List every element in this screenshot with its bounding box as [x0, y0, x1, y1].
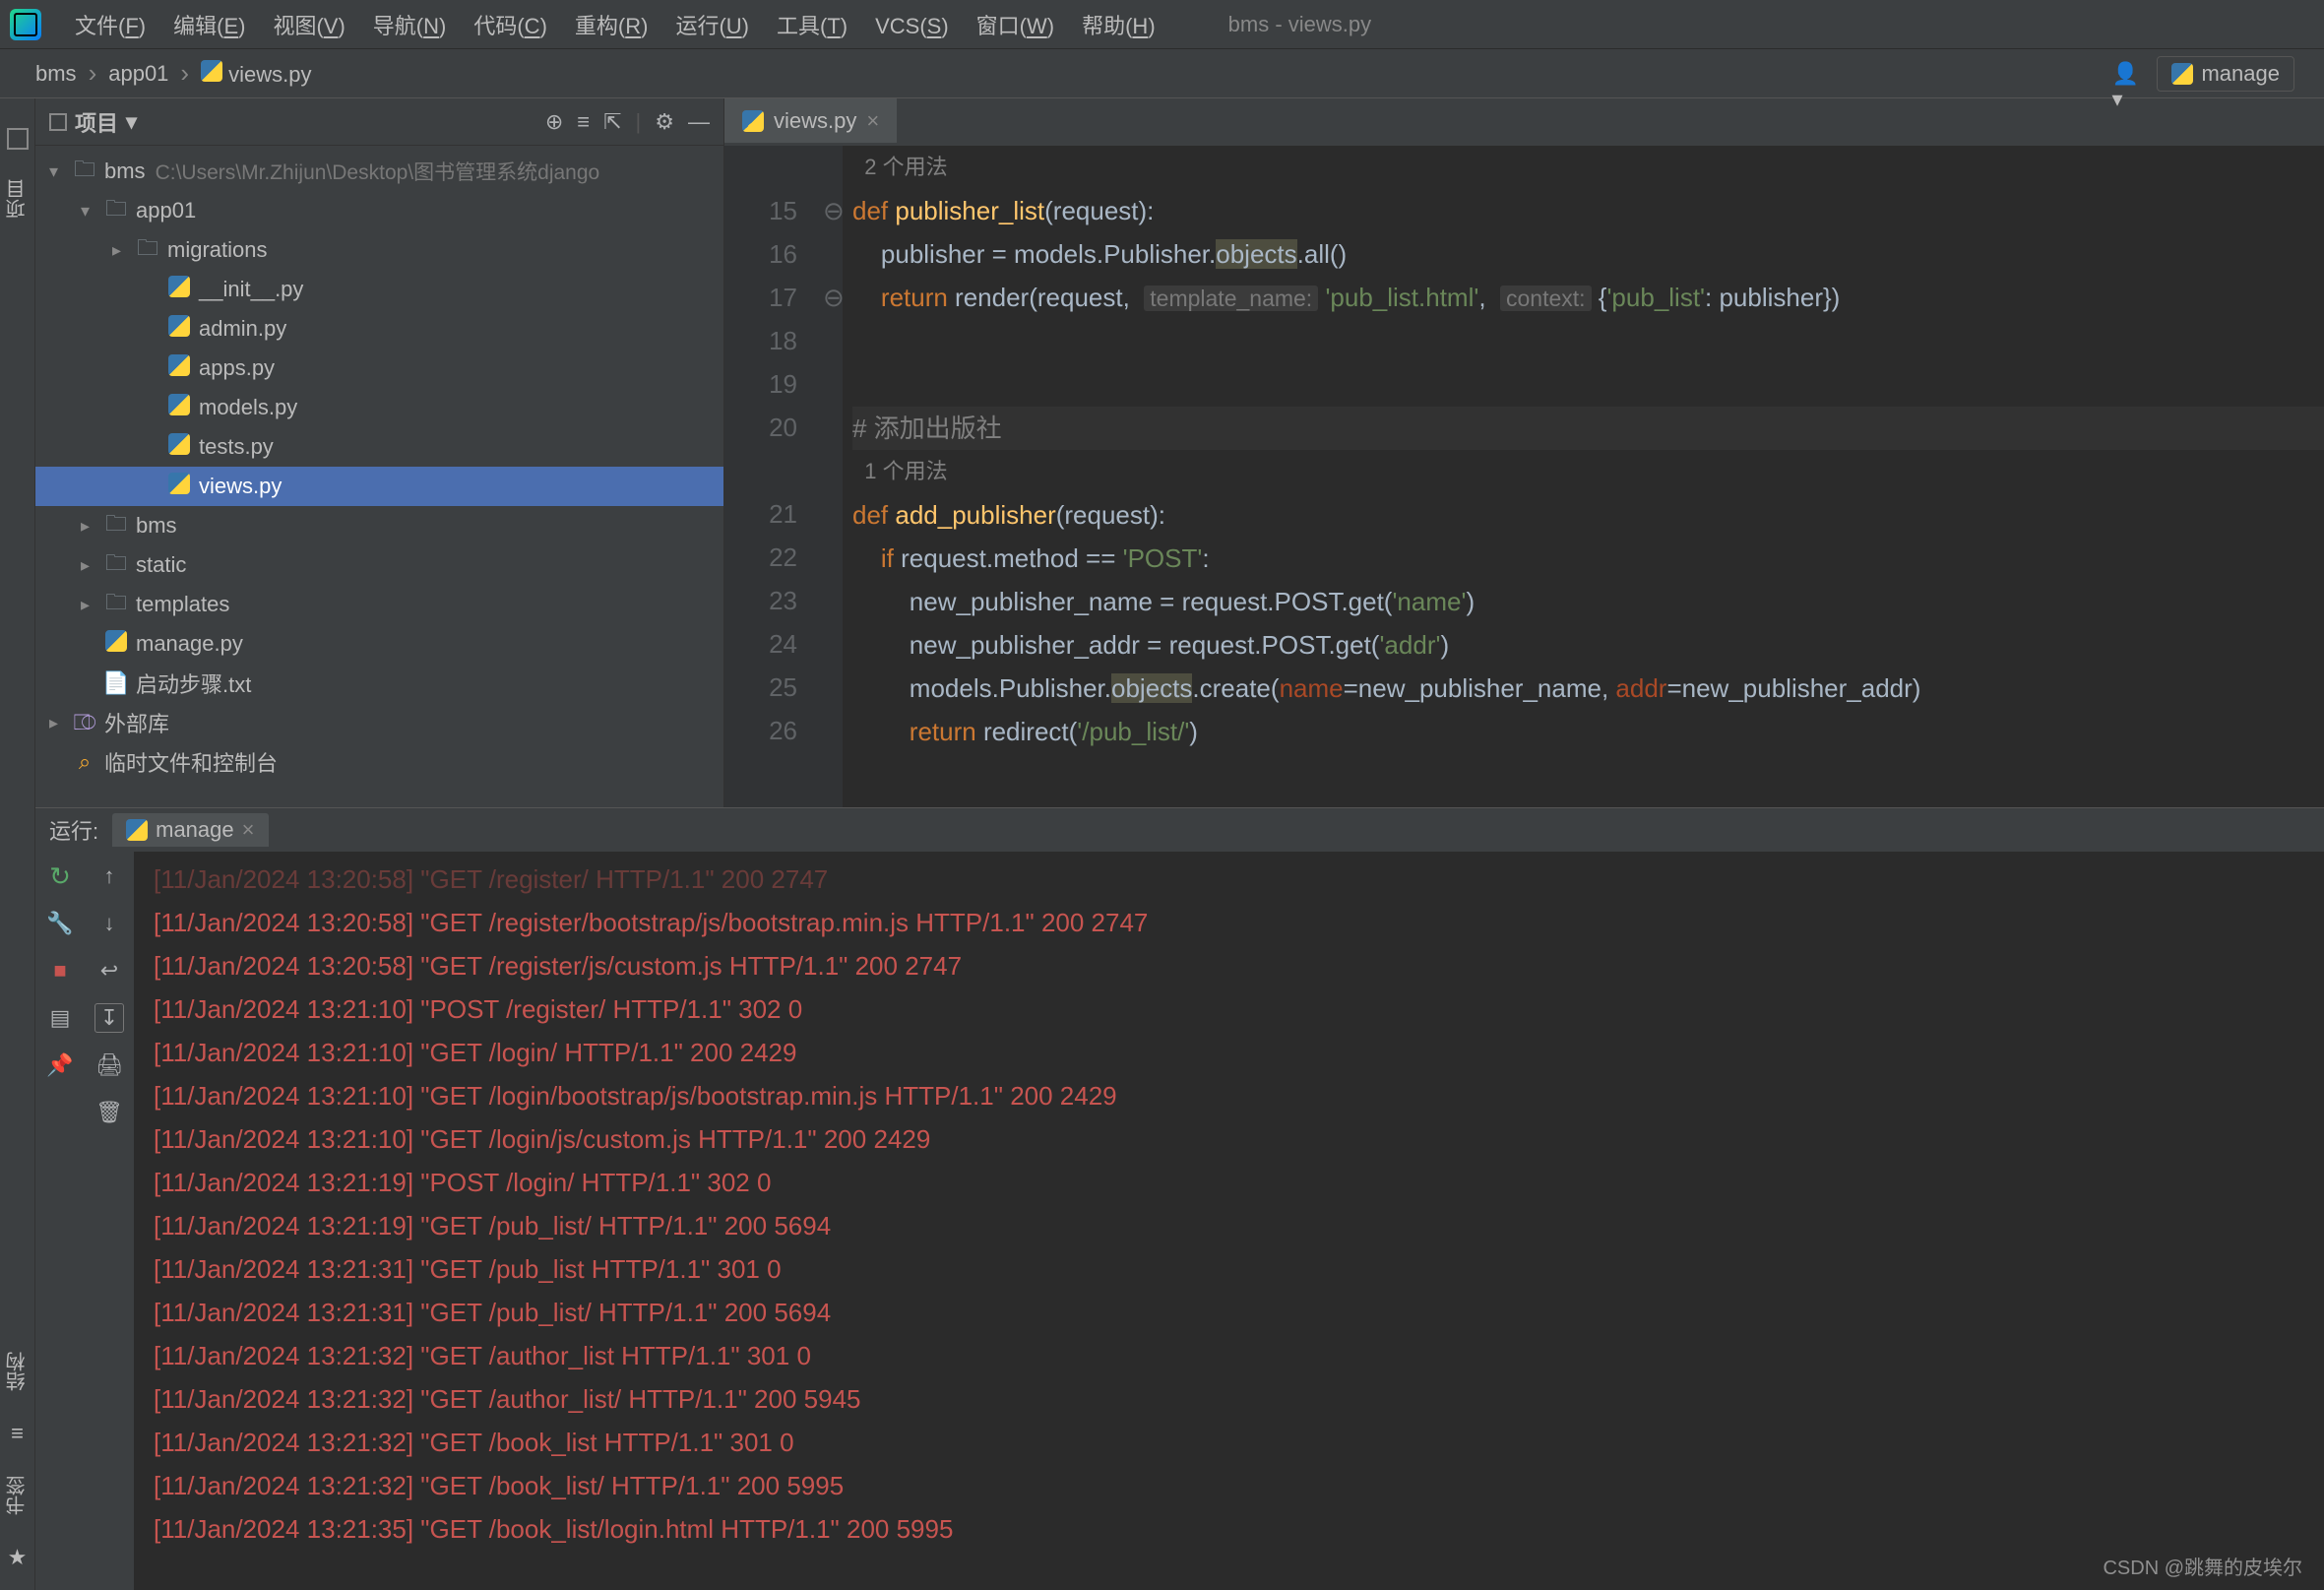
tree-item-managepy[interactable]: manage.py: [35, 624, 723, 664]
menu-N[interactable]: 导航(N): [359, 10, 461, 42]
breadcrumb-item[interactable]: views.py: [195, 60, 317, 88]
pycharm-logo-icon: [10, 9, 41, 40]
menu-U[interactable]: 运行(U): [661, 10, 763, 42]
locate-icon[interactable]: ⊕: [545, 109, 563, 135]
menu-R[interactable]: 重构(R): [561, 10, 662, 42]
expand-all-icon[interactable]: ≡: [577, 109, 590, 135]
tree-item-viewspy[interactable]: views.py: [35, 467, 723, 506]
bookmarks-icon[interactable]: ★: [8, 1545, 28, 1570]
tree-item-testspy[interactable]: tests.py: [35, 427, 723, 467]
code-editor[interactable]: 151617181920 212223242526 ⊖ ⊖ 2 个用法def p…: [724, 146, 2324, 807]
menu-VCSS[interactable]: VCS(S): [861, 10, 963, 42]
watermark: CSDN @跳舞的皮埃尔: [2103, 1552, 2302, 1580]
tree-item-app01[interactable]: ▾🗀app01: [35, 191, 723, 230]
run-config-manage-button[interactable]: manage: [2157, 56, 2294, 92]
editor-area: views.py × 151617181920 212223242526 ⊖ ⊖…: [724, 98, 2324, 807]
breadcrumb-bar: bms app01 views.py ▾ manage: [0, 49, 2324, 98]
menu-E[interactable]: 编辑(E): [159, 10, 259, 42]
scroll-to-end-icon[interactable]: ↧: [94, 1003, 124, 1033]
up-arrow-icon[interactable]: ↑: [94, 861, 124, 891]
breadcrumb-item[interactable]: app01: [102, 61, 174, 87]
run-config-name: manage: [156, 817, 234, 843]
python-icon: [126, 819, 148, 841]
collapse-all-icon[interactable]: ⇱: [603, 109, 621, 135]
menu-V[interactable]: 视图(V): [259, 10, 358, 42]
tree-item-bms[interactable]: ▾🗀bmsC:\Users\Mr.Zhijun\Desktop\图书管理系统dj…: [35, 152, 723, 191]
menu-H[interactable]: 帮助(H): [1068, 10, 1169, 42]
tab-label: views.py: [774, 108, 856, 134]
divider: |: [636, 109, 642, 135]
user-icon[interactable]: ▾: [2111, 61, 2137, 87]
project-tool-icon[interactable]: [7, 128, 29, 150]
wrench-icon[interactable]: 🔧: [45, 909, 75, 938]
menu-T[interactable]: 工具(T): [763, 10, 861, 42]
bookmarks-tool-label[interactable]: 书签: [3, 1476, 31, 1515]
tree-item-migrations[interactable]: ▸🗀migrations: [35, 230, 723, 270]
tree-item-txt[interactable]: 📄启动步骤.txt: [35, 664, 723, 703]
structure-icon[interactable]: ≡: [11, 1421, 24, 1446]
pin-icon[interactable]: 📌: [45, 1050, 75, 1080]
tree-item-modelspy[interactable]: models.py: [35, 388, 723, 427]
tree-item-[interactable]: ⌕临时文件和控制台: [35, 742, 723, 782]
run-toolbar-2: ↑ ↓ ↩ ↧ 🖨 🗑: [85, 852, 134, 1590]
tree-item-appspy[interactable]: apps.py: [35, 349, 723, 388]
window-title: bms - views.py: [1228, 12, 1371, 37]
menubar: 文件(F)编辑(E)视图(V)导航(N)代码(C)重构(R)运行(U)工具(T)…: [0, 0, 2324, 49]
project-panel: 项目 ▾ ⊕ ≡ ⇱ | ⚙ — ▾🗀bmsC:\Users\Mr.Zhijun…: [35, 98, 724, 807]
rerun-icon[interactable]: ↻: [45, 861, 75, 891]
tab-views-py[interactable]: views.py ×: [724, 98, 897, 146]
down-arrow-icon[interactable]: ↓: [94, 909, 124, 938]
tree-item-static[interactable]: ▸🗀static: [35, 545, 723, 585]
editor-tabbar: views.py ×: [724, 98, 2324, 146]
manage-label: manage: [2201, 61, 2280, 87]
print-icon[interactable]: 🖨: [94, 1050, 124, 1080]
python-icon: [742, 110, 764, 132]
console-output[interactable]: [11/Jan/2024 13:20:58] "GET /register/ H…: [134, 852, 2324, 1590]
run-config-tab[interactable]: manage ×: [112, 813, 268, 847]
soft-wrap-icon[interactable]: ↩: [94, 956, 124, 986]
python-icon: [2171, 63, 2193, 85]
tree-item-bms[interactable]: ▸🗀bms: [35, 506, 723, 545]
stop-icon[interactable]: ■: [45, 956, 75, 986]
minimize-icon[interactable]: —: [688, 109, 710, 135]
run-label: 运行:: [49, 814, 98, 846]
run-panel: 运行: manage × ↻ 🔧 ■ ▤ 📌 ↑ ↓ ↩: [35, 807, 2324, 1590]
tree-item-__init__py[interactable]: __init__.py: [35, 270, 723, 309]
menu-F[interactable]: 文件(F): [61, 10, 159, 42]
breadcrumb-item[interactable]: bms: [30, 61, 83, 87]
project-tool-label[interactable]: 项目: [3, 179, 31, 219]
left-tool-strip: 项目 结构 ≡ 书签 ★: [0, 98, 35, 1590]
gear-icon[interactable]: ⚙: [655, 109, 674, 135]
layout-icon[interactable]: ▤: [45, 1003, 75, 1033]
tree-item-[interactable]: ▸⎄外部库: [35, 703, 723, 742]
project-tree[interactable]: ▾🗀bmsC:\Users\Mr.Zhijun\Desktop\图书管理系统dj…: [35, 146, 723, 807]
tree-item-templates[interactable]: ▸🗀templates: [35, 585, 723, 624]
project-panel-title[interactable]: 项目 ▾: [49, 106, 137, 138]
tree-item-adminpy[interactable]: admin.py: [35, 309, 723, 349]
structure-tool-label[interactable]: 结构: [3, 1352, 31, 1391]
menu-W[interactable]: 窗口(W): [963, 10, 1068, 42]
clear-icon[interactable]: 🗑: [94, 1098, 124, 1127]
menu-C[interactable]: 代码(C): [460, 10, 561, 42]
close-icon[interactable]: ×: [242, 817, 255, 843]
close-icon[interactable]: ×: [866, 108, 879, 134]
run-toolbar-left: ↻ 🔧 ■ ▤ 📌: [35, 852, 85, 1590]
